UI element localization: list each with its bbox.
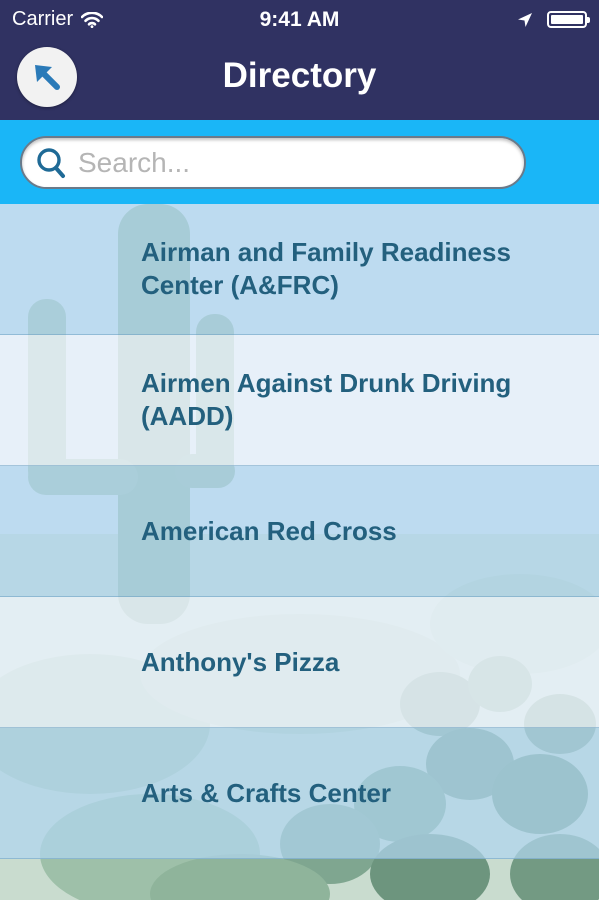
list-item-label: Airmen Against Drunk Driving (AADD) [141, 368, 512, 431]
directory-list-area[interactable]: Airman and Family Readiness Center (A&FR… [0, 204, 599, 900]
search-field[interactable] [20, 136, 526, 189]
list-item-label: Anthony's Pizza [141, 646, 340, 677]
list-item[interactable]: American Red Cross [0, 466, 599, 597]
search-input[interactable] [76, 145, 524, 180]
status-indicators [517, 11, 590, 28]
list-item-label: American Red Cross [141, 515, 397, 546]
list-item[interactable]: Anthony's Pizza [0, 597, 599, 728]
header: Carrier 9:41 AM Directory [0, 0, 599, 120]
status-bar: Carrier 9:41 AM [0, 0, 599, 40]
battery-icon [547, 11, 590, 28]
search-bar [0, 120, 599, 204]
list-item-label: Arts & Crafts Center [141, 777, 391, 808]
list-item[interactable]: Airman and Family Readiness Center (A&FR… [0, 204, 599, 335]
list-item-label: Airman and Family Readiness Center (A&FR… [141, 237, 511, 300]
page-title: Directory [222, 56, 377, 95]
status-time: 9:41 AM [259, 8, 340, 31]
directory-list: Airman and Family Readiness Center (A&FR… [0, 204, 599, 859]
list-item[interactable]: Airmen Against Drunk Driving (AADD) [0, 335, 599, 466]
search-icon [34, 146, 68, 180]
location-arrow-icon [518, 12, 532, 27]
list-item[interactable]: Arts & Crafts Center [0, 728, 599, 859]
